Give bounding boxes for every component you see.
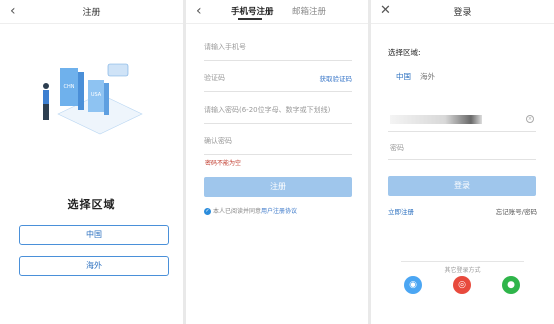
top-bar: ✕ 登录: [371, 0, 554, 24]
chevron-left-icon[interactable]: ‹: [196, 3, 202, 19]
masked-account-value: [390, 115, 482, 124]
password-placeholder: 密码: [390, 144, 404, 152]
top-bar: ‹ 手机号注册 邮箱注册: [186, 0, 368, 24]
tab-phone-register[interactable]: 手机号注册: [231, 5, 274, 17]
phone-register-screen: ‹ 手机号注册 邮箱注册 请输入手机号 验证码 获取验证码 请输入密码(6-20…: [186, 0, 368, 324]
person-legs: [43, 104, 49, 120]
password-input[interactable]: 密码: [388, 140, 536, 160]
active-tab-indicator: [238, 18, 262, 20]
agreement-row: ✓ 本人已阅读并同意用户注册协议: [204, 206, 297, 215]
select-region-label: 选择区域:: [388, 48, 421, 57]
region-overseas-button[interactable]: 海外: [19, 256, 169, 276]
code-placeholder: 验证码: [204, 74, 225, 82]
other-login-label: 其它登录方式: [371, 257, 554, 276]
forgot-password-link[interactable]: 忘记账号/密码: [496, 206, 537, 216]
error-message: 密码不能为空: [205, 160, 242, 167]
server-right-side: [104, 83, 109, 115]
region-illustration: CHN USA: [43, 63, 143, 135]
illus-label-usa: USA: [91, 92, 102, 98]
region-tab-overseas[interactable]: 海外: [420, 71, 435, 82]
register-button[interactable]: 注册: [204, 177, 352, 197]
server-left-side: [78, 72, 84, 110]
checkbox-checked-icon[interactable]: ✓: [204, 208, 211, 215]
clear-icon[interactable]: ×: [526, 115, 534, 123]
login-screen: ✕ 登录 选择区域: 中国 海外 × 密码 登录 立即注册 忘记账号/密码 其它…: [371, 0, 554, 324]
confirm-password-input[interactable]: 确认密码: [204, 136, 352, 155]
login-button[interactable]: 登录: [388, 176, 536, 196]
register-link[interactable]: 立即注册: [388, 206, 414, 216]
device-icon: [107, 63, 129, 77]
weibo-icon[interactable]: ◎: [453, 276, 471, 294]
phone-input[interactable]: 请输入手机号: [204, 42, 352, 61]
password-placeholder: 请输入密码(6-20位字母、数字或下划线): [204, 106, 331, 114]
register-region-screen: ‹ 注册 CHN USA 选择区域 中国 海外: [0, 0, 183, 324]
code-input[interactable]: 验证码 获取验证码: [204, 73, 352, 92]
agree-text: 本人已阅读并同意: [213, 208, 262, 215]
agreement-link[interactable]: 用户注册协议: [261, 208, 297, 215]
qq-icon[interactable]: ◉: [404, 276, 422, 294]
other-login-text: 其它登录方式: [439, 267, 486, 274]
account-input[interactable]: ×: [388, 112, 536, 132]
top-bar: ‹ 注册: [0, 0, 183, 24]
page-title: 注册: [82, 8, 101, 18]
page-title: 登录: [453, 8, 472, 18]
region-china-button[interactable]: 中国: [19, 225, 169, 245]
wechat-icon[interactable]: ●: [502, 276, 520, 294]
illus-label-chn: CHN: [64, 84, 75, 90]
phone-placeholder: 请输入手机号: [204, 43, 246, 51]
region-title: 选择区域: [67, 198, 116, 211]
region-tab-china[interactable]: 中国: [396, 71, 411, 82]
person-body: [43, 90, 49, 104]
tab-email-register[interactable]: 邮箱注册: [292, 5, 326, 17]
person-head: [43, 83, 49, 89]
confirm-placeholder: 确认密码: [204, 137, 232, 145]
get-code-button[interactable]: 获取验证码: [320, 73, 353, 83]
password-input[interactable]: 请输入密码(6-20位字母、数字或下划线): [204, 105, 352, 124]
